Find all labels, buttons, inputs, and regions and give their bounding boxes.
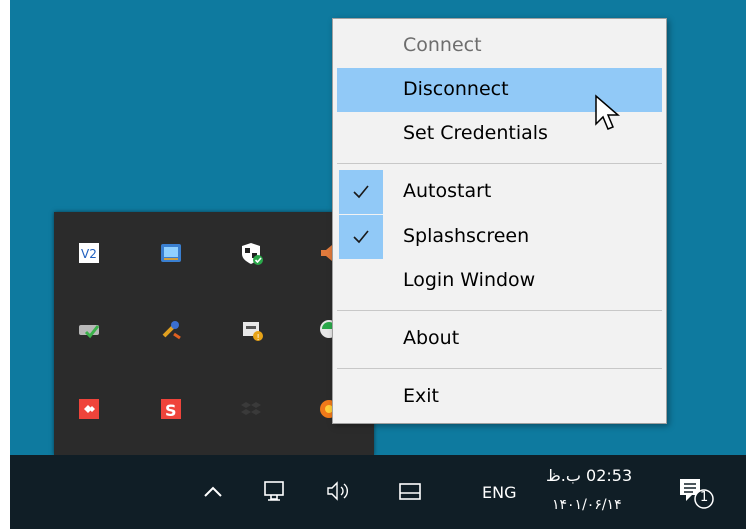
notification-count-badge: 1 [700,490,709,505]
svg-text:V2: V2 [81,247,97,261]
clock-time[interactable]: 02:53 ب.ظ [546,466,632,485]
menu-item-label: Exit [403,385,439,407]
volume-icon[interactable] [326,480,356,506]
menu-separator [337,310,662,311]
menu-item-login-window[interactable]: Login Window [337,259,662,303]
menu-item-connect: Connect [337,24,662,68]
menu-item-label: About [403,327,460,349]
menu-item-about[interactable]: About [337,317,662,361]
network-monitor-icon[interactable] [160,242,182,264]
svg-text:S: S [165,401,177,420]
printer-warning-icon[interactable]: ! [240,318,263,342]
taskbar: ENG 02:53 ب.ظ ۱۴۰۱/۰۶/۱۴ 1 [10,455,746,529]
clock-date[interactable]: ۱۴۰۱/۰۶/۱۴ [552,497,622,513]
dropbox-icon[interactable] [240,398,262,420]
action-center-icon[interactable]: 1 [678,477,718,515]
menu-item-label: Autostart [403,180,492,202]
drive-ok-icon[interactable] [78,318,100,340]
menu-item-label: Disconnect [403,78,509,100]
menu-item-label: Connect [403,34,482,56]
mouse-pointer-icon [594,94,621,136]
smartsheet-icon[interactable]: S [160,398,182,420]
show-hidden-icons-chevron-icon[interactable] [202,483,224,503]
menu-item-autostart[interactable]: Autostart [337,170,662,214]
tray-overflow-flyout: V2 ! S [54,212,374,455]
tray-context-menu: Connect Disconnect Set Credentials Autos… [332,18,667,424]
svg-text:!: ! [257,333,260,342]
vnc-viewer-icon[interactable]: V2 [78,242,100,264]
menu-separator [337,368,662,369]
checkmark-icon [339,215,383,259]
tools-icon[interactable] [160,318,182,340]
anydesk-icon[interactable] [78,398,100,420]
menu-item-label: Login Window [403,269,536,291]
checkmark-icon [339,170,383,214]
input-language-indicator[interactable]: ENG [482,483,516,502]
menu-item-label: Set Credentials [403,122,548,144]
menu-separator [337,163,662,164]
menu-item-label: Splashscreen [403,225,530,247]
menu-item-exit[interactable]: Exit [337,375,662,419]
network-icon[interactable] [262,479,288,507]
menu-item-splashscreen[interactable]: Splashscreen [337,215,662,259]
windows-security-icon[interactable] [240,242,263,265]
tablet-mode-icon[interactable] [398,482,422,506]
